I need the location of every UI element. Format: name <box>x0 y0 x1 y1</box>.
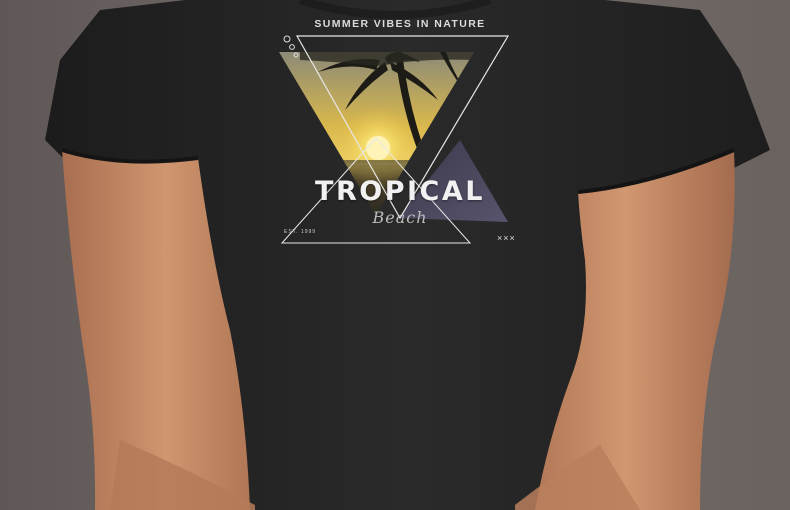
graphic-est-label: EST. 1999 <box>284 229 317 235</box>
graphic-tagline: SUMMER VIBES IN NATURE <box>314 18 486 30</box>
graphic-title: TROPICAL <box>315 176 485 207</box>
graphic-script-text: Beach <box>372 208 428 227</box>
graphic-cross-marks: ××× <box>497 233 516 243</box>
photo-scene <box>0 0 790 510</box>
